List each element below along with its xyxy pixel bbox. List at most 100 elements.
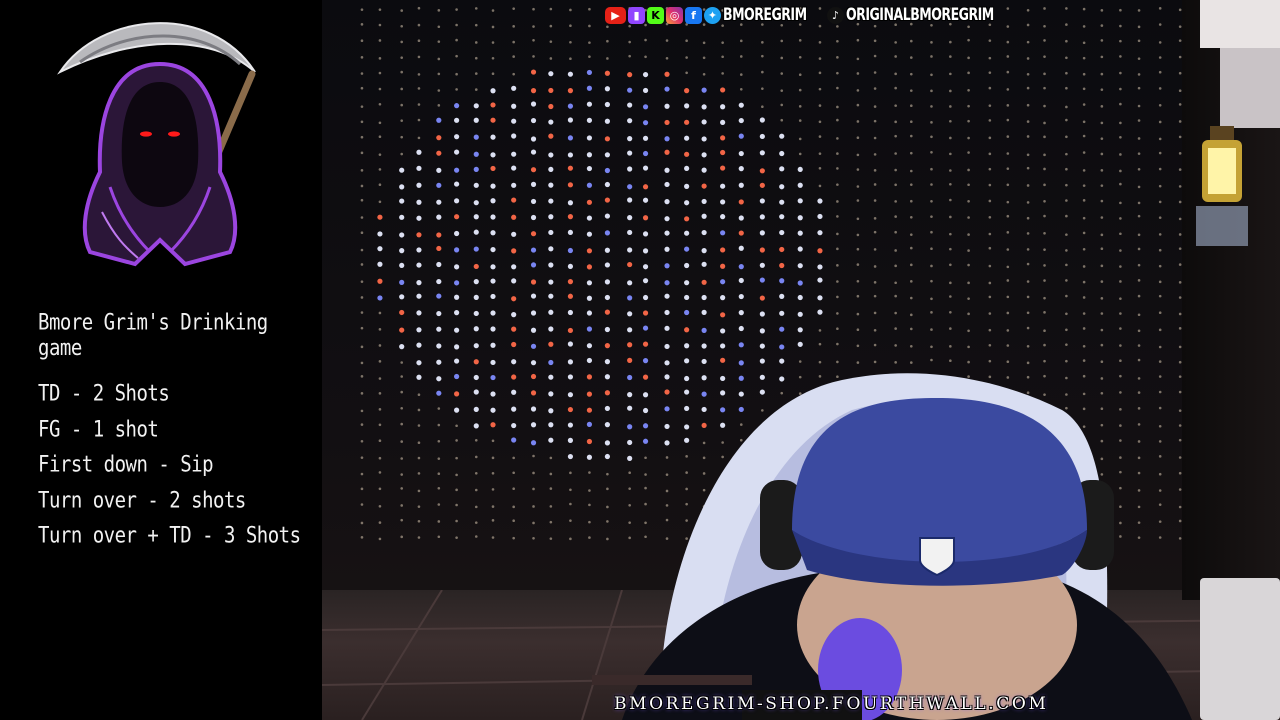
led-dot (437, 104, 441, 107)
led-dot (949, 105, 952, 108)
led-dot (567, 165, 574, 171)
led-dot (967, 249, 970, 252)
instagram-icon[interactable]: ◎ (666, 6, 683, 24)
led-dot (416, 149, 422, 155)
led-dot (417, 424, 421, 427)
led-dot (930, 150, 933, 154)
tiktok-icon[interactable]: ♪ (826, 6, 844, 24)
youtube-icon[interactable]: ▶ (605, 6, 626, 24)
led-dot (1043, 359, 1046, 363)
led-dot (548, 71, 554, 77)
led-dot (797, 327, 803, 333)
led-dot (720, 279, 726, 285)
led-dot (416, 262, 422, 268)
led-dot (967, 168, 970, 172)
led-dot (436, 310, 442, 317)
led-dot (1026, 361, 1030, 365)
led-dot (738, 215, 744, 221)
led-dot (1082, 120, 1086, 124)
led-dot (894, 230, 897, 234)
led-dot (530, 101, 537, 107)
twitter-icon[interactable]: ✦ (704, 6, 721, 24)
led-dot (417, 23, 421, 27)
led-dot (967, 38, 970, 42)
led-dot (455, 536, 458, 539)
led-dot (512, 55, 515, 58)
led-dot (511, 133, 517, 139)
led-dot (856, 217, 860, 221)
twitch-icon[interactable]: ▮ (628, 6, 645, 24)
facebook-icon[interactable]: f (685, 6, 702, 24)
social-links-bar: ▶ ▮ K ◎ f ✦ BMOREGRIM ♪ ORIGINALBMOREGRI… (605, 3, 1026, 27)
led-dot (548, 293, 554, 299)
led-dot (548, 246, 554, 252)
led-dot (930, 121, 933, 124)
led-dot (360, 135, 364, 139)
led-dot (818, 360, 822, 364)
led-dot (856, 120, 860, 123)
led-dot (530, 231, 537, 237)
led-dot (1026, 23, 1030, 27)
led-dot (797, 215, 803, 221)
led-dot (1100, 216, 1104, 219)
led-dot (642, 278, 649, 284)
led-dot (701, 358, 707, 365)
led-dot (1119, 327, 1122, 330)
led-dot (1043, 264, 1046, 267)
led-dot (949, 215, 952, 219)
led-dot (1043, 311, 1046, 314)
led-dot (455, 424, 458, 428)
led-dot (761, 87, 764, 90)
led-dot (818, 71, 822, 75)
led-dot (1119, 102, 1122, 106)
led-dot (836, 39, 839, 43)
led-dot (664, 103, 670, 109)
led-dot (779, 344, 785, 350)
led-dot (684, 151, 690, 157)
led-dot (588, 536, 591, 539)
led-dot (378, 168, 382, 171)
led-dot (530, 293, 537, 299)
led-dot (378, 456, 382, 460)
led-dot (909, 169, 913, 173)
led-dot (532, 505, 535, 508)
led-dot (1082, 134, 1086, 138)
led-dot (873, 265, 877, 268)
led-dot (548, 279, 554, 285)
led-dot (511, 151, 517, 157)
led-dot (627, 311, 633, 317)
led-dot (416, 310, 422, 316)
led-dot (1158, 7, 1162, 10)
led-dot (377, 278, 383, 284)
led-dot (684, 294, 690, 301)
led-dot (759, 343, 765, 349)
led-dot (377, 214, 383, 220)
led-dot (567, 182, 574, 188)
led-dot (473, 263, 479, 270)
led-dot (664, 86, 670, 92)
kick-icon[interactable]: K (647, 6, 664, 24)
led-dot (530, 88, 537, 94)
led-dot (1065, 328, 1068, 332)
tiktok-handle: ORIGINALBMOREGRIM (845, 5, 994, 25)
led-dot (909, 151, 913, 155)
led-dot (473, 103, 479, 109)
led-dot (664, 181, 670, 188)
led-dot (738, 150, 744, 157)
led-dot (569, 502, 572, 506)
led-dot (627, 136, 633, 142)
led-dot (759, 198, 765, 204)
led-dot (798, 39, 802, 42)
led-dot (473, 359, 479, 365)
led-dot (377, 295, 383, 301)
led-dot (856, 57, 860, 61)
led-dot (856, 279, 860, 283)
led-dot (1043, 39, 1046, 42)
led-dot (437, 57, 441, 61)
led-dot (720, 214, 726, 220)
led-dot (1158, 294, 1162, 298)
led-dot (474, 88, 478, 91)
led-dot (664, 149, 670, 155)
led-dot (454, 167, 460, 173)
led-dot (1137, 104, 1141, 108)
